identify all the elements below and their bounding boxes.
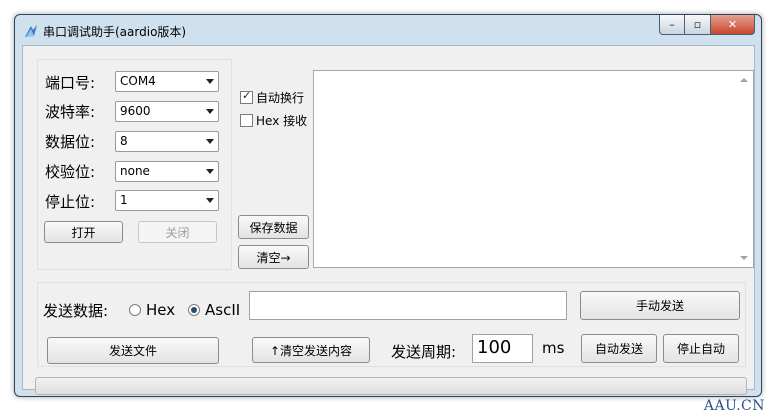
parity-label: 校验位: [45, 163, 96, 181]
minimize-icon: – [669, 18, 675, 31]
parity-select[interactable]: none [115, 161, 219, 182]
port-value: COM4 [120, 74, 156, 88]
title-bar[interactable]: 串口调试助手(aardio版本) – ▫ ✕ [15, 15, 761, 45]
scroll-down-icon[interactable] [740, 256, 748, 260]
hex-radio-label: Hex [146, 301, 176, 319]
baud-value: 9600 [120, 104, 151, 118]
stopbits-select[interactable]: 1 [115, 190, 219, 211]
auto-send-button[interactable]: 自动发送 [581, 334, 657, 363]
databits-select[interactable]: 8 [115, 131, 219, 152]
radio-selected-icon [188, 304, 200, 316]
stop-auto-button[interactable]: 停止自动 [663, 334, 739, 363]
hex-receive-label: Hex 接收 [256, 114, 308, 128]
send-period-value: 100 [477, 337, 512, 358]
stopbits-value: 1 [120, 193, 128, 207]
ascii-radio-label: AscII [205, 301, 241, 319]
site-watermark: AAU.CN [703, 398, 765, 414]
chevron-down-icon [206, 139, 214, 144]
progress-bar [35, 377, 747, 395]
main-window: 串口调试助手(aardio版本) – ▫ ✕ 端口号: COM4 波特率: 96… [14, 14, 762, 397]
send-period-label: 发送周期: [391, 343, 457, 361]
checkbox-unchecked-icon [240, 114, 253, 127]
port-select[interactable]: COM4 [115, 71, 219, 92]
scroll-up-icon[interactable] [740, 78, 748, 82]
databits-label: 数据位: [45, 133, 96, 151]
auto-wrap-checkbox[interactable]: 自动换行 [240, 89, 304, 106]
hex-radio[interactable]: Hex [129, 301, 175, 319]
chevron-down-icon [206, 79, 214, 84]
databits-value: 8 [120, 134, 128, 148]
chevron-down-icon [206, 109, 214, 114]
send-data-label: 发送数据: [43, 302, 109, 320]
close-port-button[interactable]: 关闭 [138, 221, 217, 243]
send-data-input[interactable] [249, 291, 567, 320]
close-button[interactable]: ✕ [711, 15, 755, 35]
caption-buttons: – ▫ ✕ [659, 15, 755, 35]
minimize-button[interactable]: – [659, 15, 685, 35]
hex-receive-checkbox[interactable]: Hex 接收 [240, 112, 307, 129]
maximize-icon: ▫ [693, 18, 702, 31]
open-port-button[interactable]: 打开 [44, 221, 123, 243]
parity-value: none [120, 164, 150, 178]
checkbox-checked-icon [240, 89, 253, 104]
receive-textarea[interactable] [313, 70, 754, 268]
client-area: 端口号: COM4 波特率: 9600 数据位: 8 校验位: none 停止位… [22, 45, 755, 395]
chevron-down-icon [206, 169, 214, 174]
manual-send-button[interactable]: 手动发送 [580, 291, 740, 320]
clear-receive-button[interactable]: 清空→ [238, 245, 309, 269]
maximize-button[interactable]: ▫ [685, 15, 711, 35]
baud-label: 波特率: [45, 103, 96, 121]
close-icon: ✕ [727, 18, 738, 31]
stopbits-label: 停止位: [45, 193, 96, 211]
baud-select[interactable]: 9600 [115, 101, 219, 122]
clear-send-button[interactable]: ↑清空发送内容 [252, 337, 370, 363]
serial-app-icon [25, 25, 37, 37]
period-unit-label: ms [542, 339, 565, 357]
receive-scrollbar[interactable] [736, 71, 753, 267]
radio-unselected-icon [129, 304, 141, 316]
send-period-input[interactable]: 100 [472, 334, 533, 363]
port-label: 端口号: [45, 74, 96, 92]
ascii-radio[interactable]: AscII [188, 301, 240, 319]
save-data-button[interactable]: 保存数据 [238, 215, 309, 239]
send-file-button[interactable]: 发送文件 [47, 337, 219, 364]
chevron-down-icon [206, 198, 214, 203]
window-title: 串口调试助手(aardio版本) [43, 25, 187, 39]
auto-wrap-label: 自动换行 [256, 91, 305, 105]
